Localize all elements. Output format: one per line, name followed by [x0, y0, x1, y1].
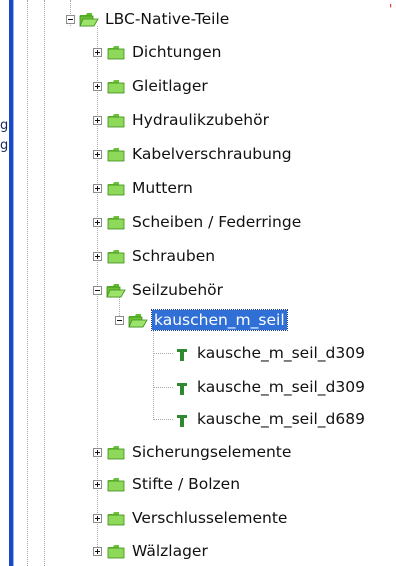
expand-toggle[interactable] — [93, 447, 102, 457]
folder-icon — [106, 79, 126, 94]
tree-connector — [153, 419, 173, 420]
collapse-toggle[interactable] — [93, 285, 102, 295]
expand-toggle[interactable] — [93, 217, 102, 227]
expand-toggle[interactable] — [93, 183, 102, 193]
tree-node-label: kauschen_m_seil — [151, 309, 288, 331]
expand-toggle[interactable] — [93, 251, 102, 261]
tree-node-label: kausche_m_seil_d689 — [197, 410, 365, 428]
folder-icon — [106, 544, 126, 559]
tree-node-part[interactable]: kausche_m_seil_d309 — [175, 342, 367, 364]
folder-icon — [106, 147, 126, 162]
tree-node-label: kausche_m_seil_d309 — [197, 344, 365, 362]
tree-node-kabelverschraubung[interactable]: Kabelverschraubung — [93, 143, 294, 165]
expand-toggle[interactable] — [93, 149, 102, 159]
library-tree: LBC-Native-Teile Dichtungen Gleitlager H… — [0, 0, 396, 566]
tree-node-muttern[interactable]: Muttern — [93, 177, 195, 199]
tree-node-label: Dichtungen — [132, 43, 222, 61]
tree-node-label: Schrauben — [132, 247, 216, 265]
tree-node-seilzubehoer[interactable]: Seilzubehör — [93, 279, 225, 301]
part-icon — [175, 345, 189, 361]
tree-node-schrauben[interactable]: Schrauben — [93, 245, 217, 267]
folder-icon — [106, 215, 126, 230]
folder-open-icon — [106, 283, 126, 298]
tree-connector — [153, 353, 173, 354]
tree-node-label: kausche_m_seil_d309 — [197, 378, 365, 396]
folder-icon — [106, 477, 126, 492]
tree-node-part[interactable]: kausche_m_seil_d309 — [175, 376, 367, 398]
folder-icon — [106, 249, 126, 264]
tree-node-label: LBC-Native-Teile — [105, 10, 230, 28]
tree-node-stifte-bolzen[interactable]: Stifte / Bolzen — [93, 473, 242, 495]
tree-node-label: Seilzubehör — [132, 281, 224, 299]
expand-toggle[interactable] — [93, 479, 102, 489]
tree-node-part[interactable]: kausche_m_seil_d689 — [175, 408, 367, 430]
folder-open-icon — [79, 12, 99, 27]
folder-open-icon — [128, 313, 148, 328]
expand-toggle[interactable] — [93, 115, 102, 125]
expand-toggle[interactable] — [93, 47, 102, 57]
tree-node-label: Stifte / Bolzen — [132, 475, 241, 493]
collapse-toggle[interactable] — [66, 14, 75, 24]
tree-node-dichtungen[interactable]: Dichtungen — [93, 41, 224, 63]
tree-connector — [153, 387, 173, 388]
expand-toggle[interactable] — [93, 546, 102, 556]
expand-toggle[interactable] — [93, 513, 102, 523]
tree-node-hydraulikzubehoer[interactable]: Hydraulikzubehör — [93, 109, 271, 131]
tree-node-label: Hydraulikzubehör — [132, 111, 269, 129]
folder-icon — [106, 113, 126, 128]
collapse-toggle[interactable] — [115, 315, 124, 325]
tree-node-scheiben-federringe[interactable]: Scheiben / Federringe — [93, 211, 303, 233]
tree-node-label: Gleitlager — [132, 77, 208, 95]
part-icon — [175, 411, 189, 427]
tree-node-gleitlager[interactable]: Gleitlager — [93, 75, 210, 97]
tree-node-root[interactable]: LBC-Native-Teile — [66, 8, 231, 30]
tree-node-kauschen-m-seil[interactable]: kauschen_m_seil — [115, 309, 288, 331]
tree-node-waelzlager[interactable]: Wälzlager — [93, 540, 210, 562]
tree-node-sicherungselemente[interactable]: Sicherungselemente — [93, 441, 293, 463]
tree-node-label: Scheiben / Federringe — [132, 213, 302, 231]
folder-icon — [106, 181, 126, 196]
part-icon — [175, 379, 189, 395]
folder-icon — [106, 445, 126, 460]
tree-node-label: Sicherungselemente — [132, 443, 292, 461]
tree-node-label: Muttern — [132, 179, 193, 197]
tree-node-label: Kabelverschraubung — [132, 145, 292, 163]
tree-node-label: Verschlusselemente — [132, 509, 288, 527]
tree-node-label: Wälzlager — [132, 542, 208, 560]
tree-node-verschlusselemente[interactable]: Verschlusselemente — [93, 507, 289, 529]
expand-toggle[interactable] — [93, 81, 102, 91]
folder-icon — [106, 511, 126, 526]
folder-icon — [106, 45, 126, 60]
